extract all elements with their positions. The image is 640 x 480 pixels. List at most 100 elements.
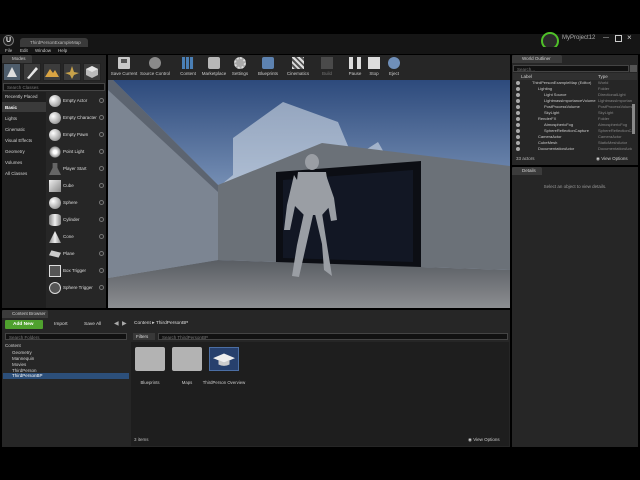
category-basic[interactable]: Basic xyxy=(5,105,17,110)
info-icon[interactable] xyxy=(99,132,104,137)
info-icon[interactable] xyxy=(99,98,104,103)
import-button[interactable]: Import xyxy=(47,320,73,329)
back-arrow-icon[interactable]: ◀ xyxy=(114,320,119,327)
outliner-scrollbar[interactable] xyxy=(632,104,635,134)
visibility-icon[interactable] xyxy=(516,111,520,115)
info-icon[interactable] xyxy=(99,115,104,120)
content-view-options-button[interactable]: ◉ View Options xyxy=(468,437,500,443)
save-all-button[interactable]: Save All xyxy=(76,320,106,329)
menu-window[interactable]: Window xyxy=(35,47,51,54)
breadcrumb-content[interactable]: Content xyxy=(134,321,151,326)
tree-item-mannequin[interactable]: Mannequin xyxy=(12,356,34,361)
folder-search-input[interactable]: Search Folders xyxy=(5,333,127,340)
folder-icon xyxy=(172,347,202,371)
modes-tab[interactable]: Modes xyxy=(2,55,32,63)
category-recently-placed[interactable]: Recently Placed xyxy=(5,94,38,99)
unreal-logo-icon[interactable]: U xyxy=(3,35,14,46)
place-item-sphere[interactable]: Sphere xyxy=(47,195,106,211)
category-visual-effects[interactable]: Visual Effects xyxy=(5,138,32,143)
place-item-cylinder[interactable]: Cylinder xyxy=(47,212,106,228)
asset-folder-blueprints[interactable]: Blueprints xyxy=(134,345,166,391)
forward-arrow-icon[interactable]: ▶ xyxy=(122,320,127,327)
visibility-icon[interactable] xyxy=(516,93,520,97)
type-column-header[interactable]: Type xyxy=(598,74,608,79)
level-tab[interactable]: ThirdPersonExampleMap xyxy=(20,38,88,47)
add-new-button[interactable]: Add New xyxy=(5,320,43,329)
menu-file[interactable]: File xyxy=(5,47,12,54)
details-tab[interactable]: Details xyxy=(512,167,542,175)
place-item-empty-pawn[interactable]: Empty Pawn xyxy=(47,127,106,143)
place-item-empty-actor[interactable]: Empty Actor xyxy=(47,93,106,109)
place-item-label: Empty Character xyxy=(63,115,97,120)
blueprints-button[interactable]: Blueprints xyxy=(254,56,282,78)
tree-item-thirdpersonbp[interactable]: ThirdPersonBP xyxy=(12,373,43,378)
tree-item-geometry[interactable]: Geometry xyxy=(12,350,32,355)
maximize-button[interactable] xyxy=(615,35,622,42)
paint-mode-icon[interactable] xyxy=(23,63,41,81)
visibility-icon[interactable] xyxy=(516,105,520,109)
asset-search-input[interactable]: Search ThirdPersonBP xyxy=(158,333,508,340)
category-cinematic[interactable]: Cinematic xyxy=(5,127,25,132)
visibility-icon[interactable] xyxy=(516,147,520,151)
info-icon[interactable] xyxy=(99,234,104,239)
info-icon[interactable] xyxy=(99,200,104,205)
outliner-view-options-button[interactable]: ◉ View Options xyxy=(596,156,628,162)
place-item-box-trigger[interactable]: Box Trigger xyxy=(47,263,106,279)
place-item-plane[interactable]: Plane xyxy=(47,246,106,262)
visibility-icon[interactable] xyxy=(516,117,520,121)
world-outliner-tab[interactable]: World Outliner xyxy=(512,55,562,63)
eject-button[interactable]: Eject xyxy=(380,56,408,78)
place-item-empty-character[interactable]: Empty Character xyxy=(47,110,106,126)
category-all-classes[interactable]: All Classes xyxy=(5,171,27,176)
close-button[interactable]: × xyxy=(627,33,635,42)
info-icon[interactable] xyxy=(99,268,104,273)
info-icon[interactable] xyxy=(99,285,104,290)
cinematics-button[interactable]: Cinematics xyxy=(284,56,312,78)
save-current-button[interactable]: Save Current xyxy=(110,56,138,78)
category-geometry[interactable]: Geometry xyxy=(5,149,25,154)
landscape-mode-icon[interactable] xyxy=(43,63,61,81)
info-icon[interactable] xyxy=(99,251,104,256)
place-mode-icon[interactable] xyxy=(3,63,21,81)
info-icon[interactable] xyxy=(99,183,104,188)
place-item-sphere-trigger[interactable]: Sphere Trigger xyxy=(47,280,106,296)
visibility-icon[interactable] xyxy=(516,87,520,91)
build-button[interactable]: Build xyxy=(313,56,341,78)
menu-edit[interactable]: Edit xyxy=(20,47,28,54)
tree-item-movies[interactable]: Movies xyxy=(12,362,26,367)
class-search-input[interactable]: Search Classes xyxy=(3,83,105,91)
level-viewport[interactable] xyxy=(108,80,510,308)
geometry-mode-icon[interactable] xyxy=(83,63,101,81)
asset-folder-maps[interactable]: Maps xyxy=(171,345,203,391)
breadcrumb-thirdpersonbp[interactable]: ThirdPersonBP xyxy=(156,321,189,326)
filters-button[interactable]: Filters xyxy=(133,333,155,340)
viewport-scene xyxy=(108,80,510,308)
tree-item-content[interactable]: Content xyxy=(5,343,21,348)
outliner-filter-icon[interactable] xyxy=(630,65,637,72)
place-item-cone[interactable]: Cone xyxy=(47,229,106,245)
visibility-icon[interactable] xyxy=(516,99,520,103)
visibility-icon[interactable] xyxy=(516,129,520,133)
settings-button[interactable]: Settings xyxy=(226,56,254,78)
place-item-player-start[interactable]: Player Start xyxy=(47,161,106,177)
visibility-icon[interactable] xyxy=(516,135,520,139)
info-icon[interactable] xyxy=(99,217,104,222)
info-icon[interactable] xyxy=(99,149,104,154)
category-lights[interactable]: Lights xyxy=(5,116,17,121)
category-volumes[interactable]: Volumes xyxy=(5,160,22,165)
menu-help[interactable]: Help xyxy=(58,47,67,54)
foliage-mode-icon[interactable] xyxy=(63,63,81,81)
asset-thirdperson-overview[interactable]: ThirdPerson Overview xyxy=(203,345,245,391)
content-browser-tab[interactable]: Content Browser xyxy=(2,310,48,318)
outliner-row[interactable]: DocumentationActor DocumentationActor xyxy=(514,146,632,152)
visibility-icon[interactable] xyxy=(516,81,520,85)
place-item-point-light[interactable]: Point Light xyxy=(47,144,106,160)
outliner-search-input[interactable]: Search... xyxy=(513,65,629,72)
info-icon[interactable] xyxy=(99,166,104,171)
minimize-button[interactable]: — xyxy=(603,35,611,43)
place-item-cube[interactable]: Cube xyxy=(47,178,106,194)
source-control-button[interactable]: Source Control xyxy=(140,56,170,78)
visibility-icon[interactable] xyxy=(516,141,520,145)
label-column-header[interactable]: Label xyxy=(521,74,532,79)
visibility-icon[interactable] xyxy=(516,123,520,127)
